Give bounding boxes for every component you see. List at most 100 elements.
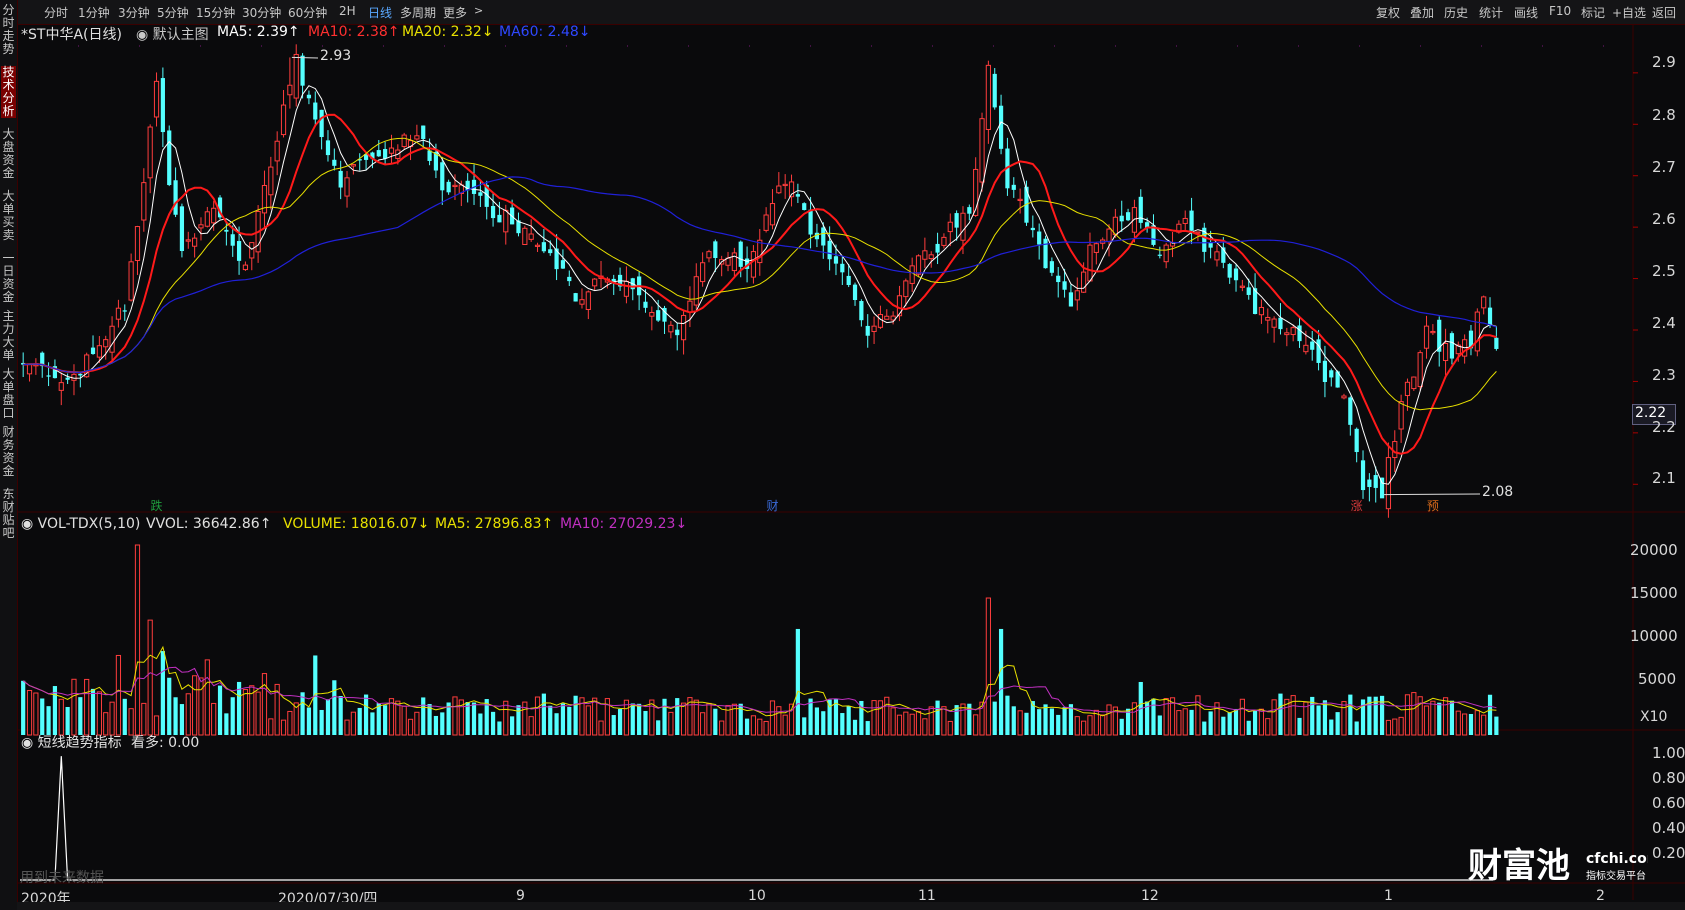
candle-body-down <box>65 377 70 380</box>
volume-bar-up <box>598 720 604 736</box>
candle-body-down <box>1354 428 1359 453</box>
add-watchlist-button[interactable]: +自选 <box>1612 4 1646 21</box>
volume-bar-down <box>217 685 223 735</box>
volume-bar-up <box>1074 716 1080 736</box>
tab-order-book[interactable]: 大单盘口 <box>1 368 16 420</box>
candle-body-up <box>922 250 928 260</box>
vol-indicator-selector[interactable]: ◉ VOL-TDX(5,10) <box>21 516 140 532</box>
fuquan-button[interactable]: 复权 <box>1376 4 1400 21</box>
volume-bar-up <box>1404 694 1411 736</box>
template-selector[interactable]: ◉ 默认主图 <box>136 24 209 44</box>
tab-main-force[interactable]: 主力大单 <box>1 310 16 362</box>
event-marker: 涨 <box>1351 498 1363 513</box>
draw-button[interactable]: 画线 <box>1514 4 1538 21</box>
candle-body-up <box>1385 457 1392 510</box>
tab-daily-funds[interactable]: 一日资金 <box>1 252 16 304</box>
candle-body-up <box>1081 271 1087 293</box>
volume-bar-up <box>776 706 782 736</box>
volume-bar-up <box>915 710 922 736</box>
y-tick-label: 2.9 <box>1652 53 1676 71</box>
candle-body-up <box>268 166 274 196</box>
volume-bar-up <box>528 716 534 736</box>
indicator-selector[interactable]: ◉ 短线趋势指标 <box>21 732 122 752</box>
f10-button[interactable]: F10 <box>1549 4 1571 18</box>
candle-body-up <box>731 252 737 272</box>
candle-body-up <box>211 207 217 224</box>
candle-body-up <box>1481 296 1487 309</box>
back-button[interactable]: 返回 <box>1652 4 1676 21</box>
candle-body-up <box>896 295 903 317</box>
candle-body-down <box>795 194 800 197</box>
candle-body-up <box>623 280 630 297</box>
period-tab[interactable]: 30分钟 <box>242 4 281 21</box>
period-tab[interactable]: 2H <box>339 4 356 18</box>
candle-body-down <box>306 94 312 99</box>
more-button[interactable]: 更多 <box>443 4 467 21</box>
low-pointer <box>1384 493 1481 496</box>
trend-indicator <box>20 756 1493 881</box>
volume-bar-down <box>357 707 362 735</box>
ma60-label: MA60: 2.48↓ <box>499 24 591 40</box>
candle-body-down <box>852 284 858 301</box>
volume-bar-up <box>896 714 903 736</box>
volume-bar-up <box>757 718 763 736</box>
candle-body-up <box>884 315 890 320</box>
history-button[interactable]: 历史 <box>1444 4 1468 21</box>
period-tab[interactable]: 1分钟 <box>78 4 110 21</box>
candle-body-down <box>167 130 172 186</box>
volume-bar-down <box>516 705 521 735</box>
candle-body-down <box>675 329 680 336</box>
candle-body-up <box>985 64 991 130</box>
candle-body-down <box>1233 268 1239 281</box>
volume-bar-up <box>401 705 407 736</box>
tab-finance-funds[interactable]: 财务资金 <box>1 426 16 478</box>
candle-body-up <box>1239 285 1245 288</box>
candle-body-up <box>909 265 915 284</box>
volume-bar-down <box>1278 693 1283 735</box>
ma5-line <box>23 85 1497 485</box>
volume-bar-up <box>255 691 261 736</box>
volume-bar-down <box>1449 700 1455 735</box>
candle-body-up <box>534 244 541 247</box>
candle-body-down <box>179 206 185 251</box>
volume-bar-down <box>332 680 337 735</box>
candle-body-up <box>280 104 287 136</box>
candle-body-up <box>668 324 674 333</box>
period-tab-daily[interactable]: 日线 <box>368 4 392 21</box>
candle-body-up <box>1442 342 1449 362</box>
period-tab[interactable]: 多周期 <box>400 4 436 21</box>
tab-technical[interactable]: 技术分析 <box>1 66 16 118</box>
candle-body-up <box>1290 327 1296 336</box>
kline-chart-canvas[interactable]: 跌财涨预 <box>0 0 1685 910</box>
volume-bar-down <box>363 694 369 735</box>
period-tab[interactable]: 3分钟 <box>118 4 150 21</box>
ind-y-tick-label: 0.20 <box>1652 844 1685 862</box>
candle-body-up <box>979 118 985 183</box>
period-tab[interactable]: 分时 <box>44 4 68 21</box>
volume-bar-down <box>1437 702 1442 735</box>
volume-bar-down <box>1494 716 1499 735</box>
tab-market-funds[interactable]: 大盘资金 <box>1 128 16 180</box>
stats-button[interactable]: 统计 <box>1479 4 1503 21</box>
candle-body-up <box>915 255 922 275</box>
mark-button[interactable]: 标记 <box>1581 4 1605 21</box>
tab-big-orders[interactable]: 大单买卖 <box>1 190 16 242</box>
period-tab[interactable]: 60分钟 <box>288 4 327 21</box>
period-tab[interactable]: 15分钟 <box>196 4 235 21</box>
volume-bar-down <box>78 697 83 735</box>
volume-bar-down <box>1297 717 1302 735</box>
candle-body-down <box>1227 264 1232 278</box>
overlay-button[interactable]: 叠加 <box>1410 4 1434 21</box>
volume-bar-up <box>719 720 725 736</box>
tab-intraday[interactable]: 分时走势 <box>1 4 16 56</box>
volume-bar-up <box>96 691 102 736</box>
candle-body-down <box>332 159 337 166</box>
chevron-right-icon[interactable]: > <box>474 4 483 17</box>
period-tab[interactable]: 5分钟 <box>157 4 189 21</box>
volume-bar-up <box>693 699 699 736</box>
volume-bar-up <box>503 700 509 736</box>
candle-body-up <box>350 164 356 167</box>
volume-bar-up <box>287 710 293 736</box>
volume-bar-down <box>865 721 870 735</box>
tab-forum[interactable]: 东财贴吧 <box>1 488 16 540</box>
